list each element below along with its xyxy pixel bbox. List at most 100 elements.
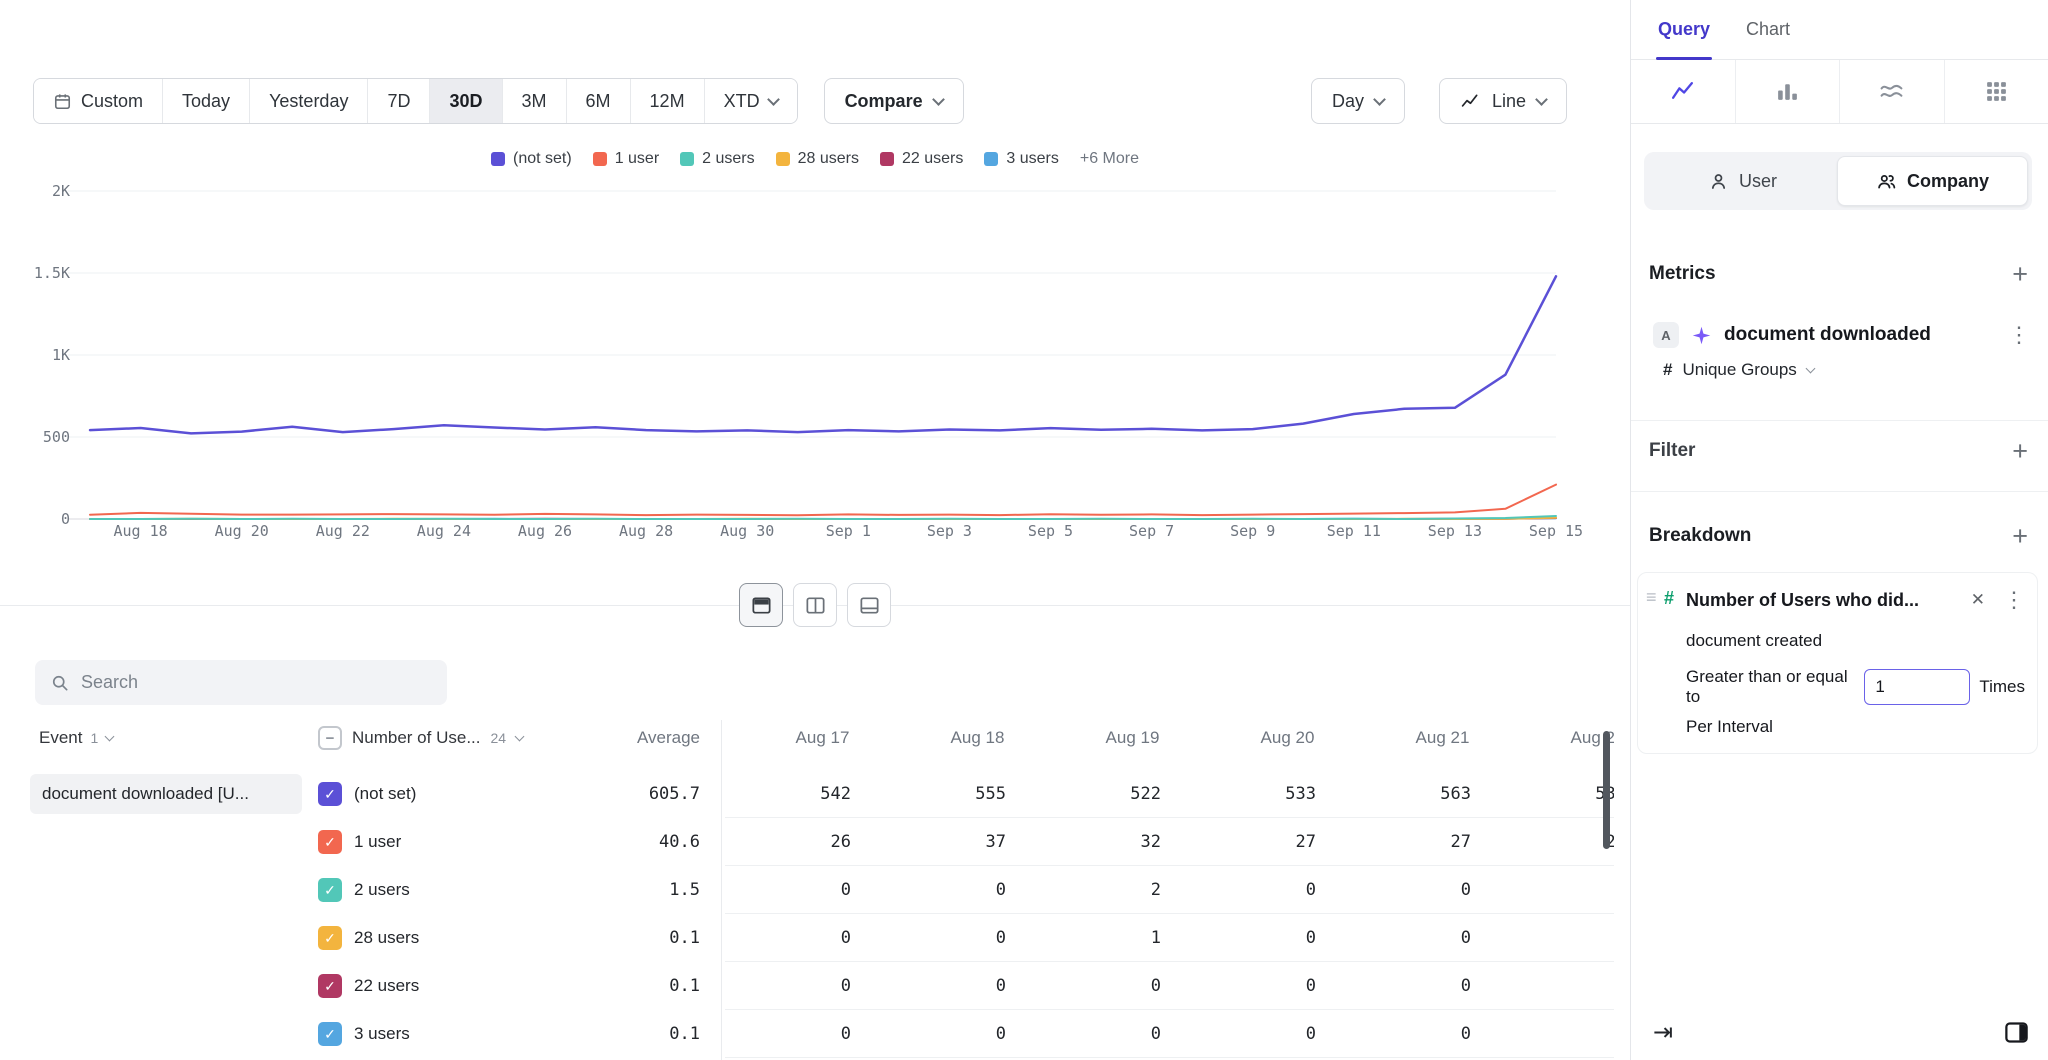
cell-value: 0 bbox=[745, 962, 900, 1010]
row-checkbox[interactable]: ✓ bbox=[318, 974, 342, 998]
y-axis-label: 500 bbox=[43, 428, 70, 446]
series-line[interactable] bbox=[90, 516, 1556, 519]
column-header-groups[interactable]: − Number of Use... 24 bbox=[318, 720, 523, 756]
row-checkbox[interactable]: ✓ bbox=[318, 878, 342, 902]
chart-type-tab-line[interactable] bbox=[1631, 60, 1735, 123]
cell-value: 32 bbox=[1055, 818, 1210, 866]
kebab-menu-icon[interactable]: ⋮ bbox=[2008, 324, 2030, 346]
range-button-xtd[interactable]: XTD bbox=[704, 79, 797, 123]
compare-dropdown[interactable]: Compare bbox=[824, 78, 964, 124]
chevron-down-icon bbox=[105, 732, 115, 742]
layout-toggle-split-columns[interactable] bbox=[793, 583, 837, 627]
series-line[interactable] bbox=[90, 485, 1556, 516]
breakdown-value-input[interactable] bbox=[1864, 669, 1970, 705]
range-button-7d[interactable]: 7D bbox=[367, 79, 429, 123]
group-label[interactable]: 1 user bbox=[354, 818, 401, 866]
column-header-date: Aug 21 bbox=[1365, 720, 1520, 756]
x-axis-label: Sep 9 bbox=[1230, 522, 1275, 540]
cell-value: 0 bbox=[900, 1010, 1055, 1058]
range-button-custom[interactable]: Custom bbox=[34, 79, 162, 123]
line-chart[interactable]: 05001K1.5K2KAug 18Aug 20Aug 22Aug 24Aug … bbox=[0, 140, 1630, 570]
column-header-average: Average bbox=[560, 720, 700, 756]
chevron-down-icon bbox=[1535, 93, 1548, 106]
breakdown-condition-row: Greater than or equal to Times bbox=[1686, 667, 2025, 707]
interval-dropdown[interactable]: Day bbox=[1311, 78, 1405, 124]
cell-value: 555 bbox=[900, 770, 1055, 818]
y-axis-label: 0 bbox=[61, 510, 70, 528]
tab-chart[interactable]: Chart bbox=[1746, 0, 1790, 59]
average-value: 0.1 bbox=[560, 962, 700, 1010]
range-button-30d[interactable]: 30D bbox=[429, 79, 501, 123]
cell-value: 0 bbox=[1520, 866, 1614, 914]
level-option-company[interactable]: Company bbox=[1837, 156, 2028, 206]
row-checkbox[interactable]: ✓ bbox=[318, 830, 342, 854]
average-value: 605.7 bbox=[560, 770, 700, 818]
cell-value: 0 bbox=[745, 1010, 900, 1058]
range-button-6m[interactable]: 6M bbox=[566, 79, 630, 123]
group-label[interactable]: (not set) bbox=[354, 770, 416, 818]
kebab-menu-icon[interactable]: ⋮ bbox=[2003, 589, 2025, 611]
group-label[interactable]: 28 users bbox=[354, 914, 419, 962]
group-label[interactable]: 22 users bbox=[354, 962, 419, 1010]
tab-query[interactable]: Query bbox=[1658, 0, 1710, 59]
chevron-down-icon bbox=[515, 732, 525, 742]
select-all-checkbox[interactable]: − bbox=[318, 726, 342, 750]
minus-icon: − bbox=[326, 730, 335, 747]
layout-toggle-bottom-panel[interactable] bbox=[847, 583, 891, 627]
side-panel-icon[interactable] bbox=[2003, 1019, 2030, 1046]
breakdown-section-head: Breakdown + bbox=[1631, 520, 2048, 552]
metric-badge: A bbox=[1653, 322, 1679, 348]
cell-value: 542 bbox=[745, 770, 900, 818]
range-button-3m[interactable]: 3M bbox=[502, 79, 566, 123]
table-scrollbar[interactable] bbox=[1603, 731, 1610, 849]
measure-dropdown[interactable]: # Unique Groups bbox=[1663, 360, 2030, 380]
column-header-date: Aug 17 bbox=[745, 720, 900, 756]
chart-type-dropdown[interactable]: Line bbox=[1439, 78, 1567, 124]
calendar-icon bbox=[53, 92, 72, 111]
chart-type-tab-grid[interactable] bbox=[1944, 60, 2048, 123]
close-icon[interactable]: ✕ bbox=[1971, 590, 1985, 610]
search-input[interactable] bbox=[81, 672, 432, 693]
column-header-date: Aug 18 bbox=[900, 720, 1055, 756]
cell-value: 563 bbox=[1365, 770, 1520, 818]
group-label[interactable]: 3 users bbox=[354, 1010, 410, 1058]
cell-value: 28 bbox=[1520, 818, 1614, 866]
cell-value: 522 bbox=[1055, 770, 1210, 818]
cell-value: 0 bbox=[1055, 1010, 1210, 1058]
split-rows-icon bbox=[750, 594, 773, 617]
chart-type-tab-bar[interactable] bbox=[1735, 60, 1840, 123]
cell-value: 37 bbox=[900, 818, 1055, 866]
column-header-event[interactable]: Event 1 bbox=[39, 720, 113, 756]
range-button-yesterday[interactable]: Yesterday bbox=[249, 79, 367, 123]
x-axis-label: Aug 26 bbox=[518, 522, 572, 540]
level-option-user[interactable]: User bbox=[1648, 156, 1837, 206]
column-header-date: Aug 19 bbox=[1055, 720, 1210, 756]
collapse-panel-icon[interactable]: ⇥ bbox=[1653, 1018, 1673, 1047]
row-checkbox[interactable]: ✓ bbox=[318, 1022, 342, 1046]
range-button-today[interactable]: Today bbox=[162, 79, 249, 123]
y-axis-label: 2K bbox=[52, 182, 70, 200]
drag-handle-icon[interactable]: ≡ bbox=[1646, 587, 1657, 608]
range-label: Custom bbox=[81, 91, 143, 112]
cell-value: 0 bbox=[1055, 962, 1210, 1010]
cell-value: 0 bbox=[1365, 866, 1520, 914]
breakdown-per-interval: Per Interval bbox=[1686, 717, 2025, 737]
cell-value: 0 bbox=[745, 914, 900, 962]
cell-value: 533 bbox=[1210, 770, 1365, 818]
metric-item[interactable]: A document downloaded ⋮ bbox=[1653, 322, 2030, 348]
chart-type-tab-stream[interactable] bbox=[1839, 60, 1944, 123]
row-checkbox[interactable]: ✓ bbox=[318, 926, 342, 950]
add-breakdown-button[interactable]: + bbox=[2012, 523, 2028, 550]
event-count: 1 bbox=[90, 730, 98, 746]
row-checkbox[interactable]: ✓ bbox=[318, 782, 342, 806]
average-value: 0.1 bbox=[560, 914, 700, 962]
chevron-down-icon bbox=[1805, 364, 1815, 374]
chevron-down-icon bbox=[1373, 93, 1386, 106]
range-button-12m[interactable]: 12M bbox=[630, 79, 704, 123]
range-label: 12M bbox=[650, 91, 685, 112]
layout-toggle-split-rows[interactable] bbox=[739, 583, 783, 627]
add-filter-button[interactable]: + bbox=[2012, 438, 2028, 465]
add-metric-button[interactable]: + bbox=[2012, 261, 2028, 288]
filter-heading: Filter bbox=[1649, 440, 1695, 462]
group-label[interactable]: 2 users bbox=[354, 866, 410, 914]
